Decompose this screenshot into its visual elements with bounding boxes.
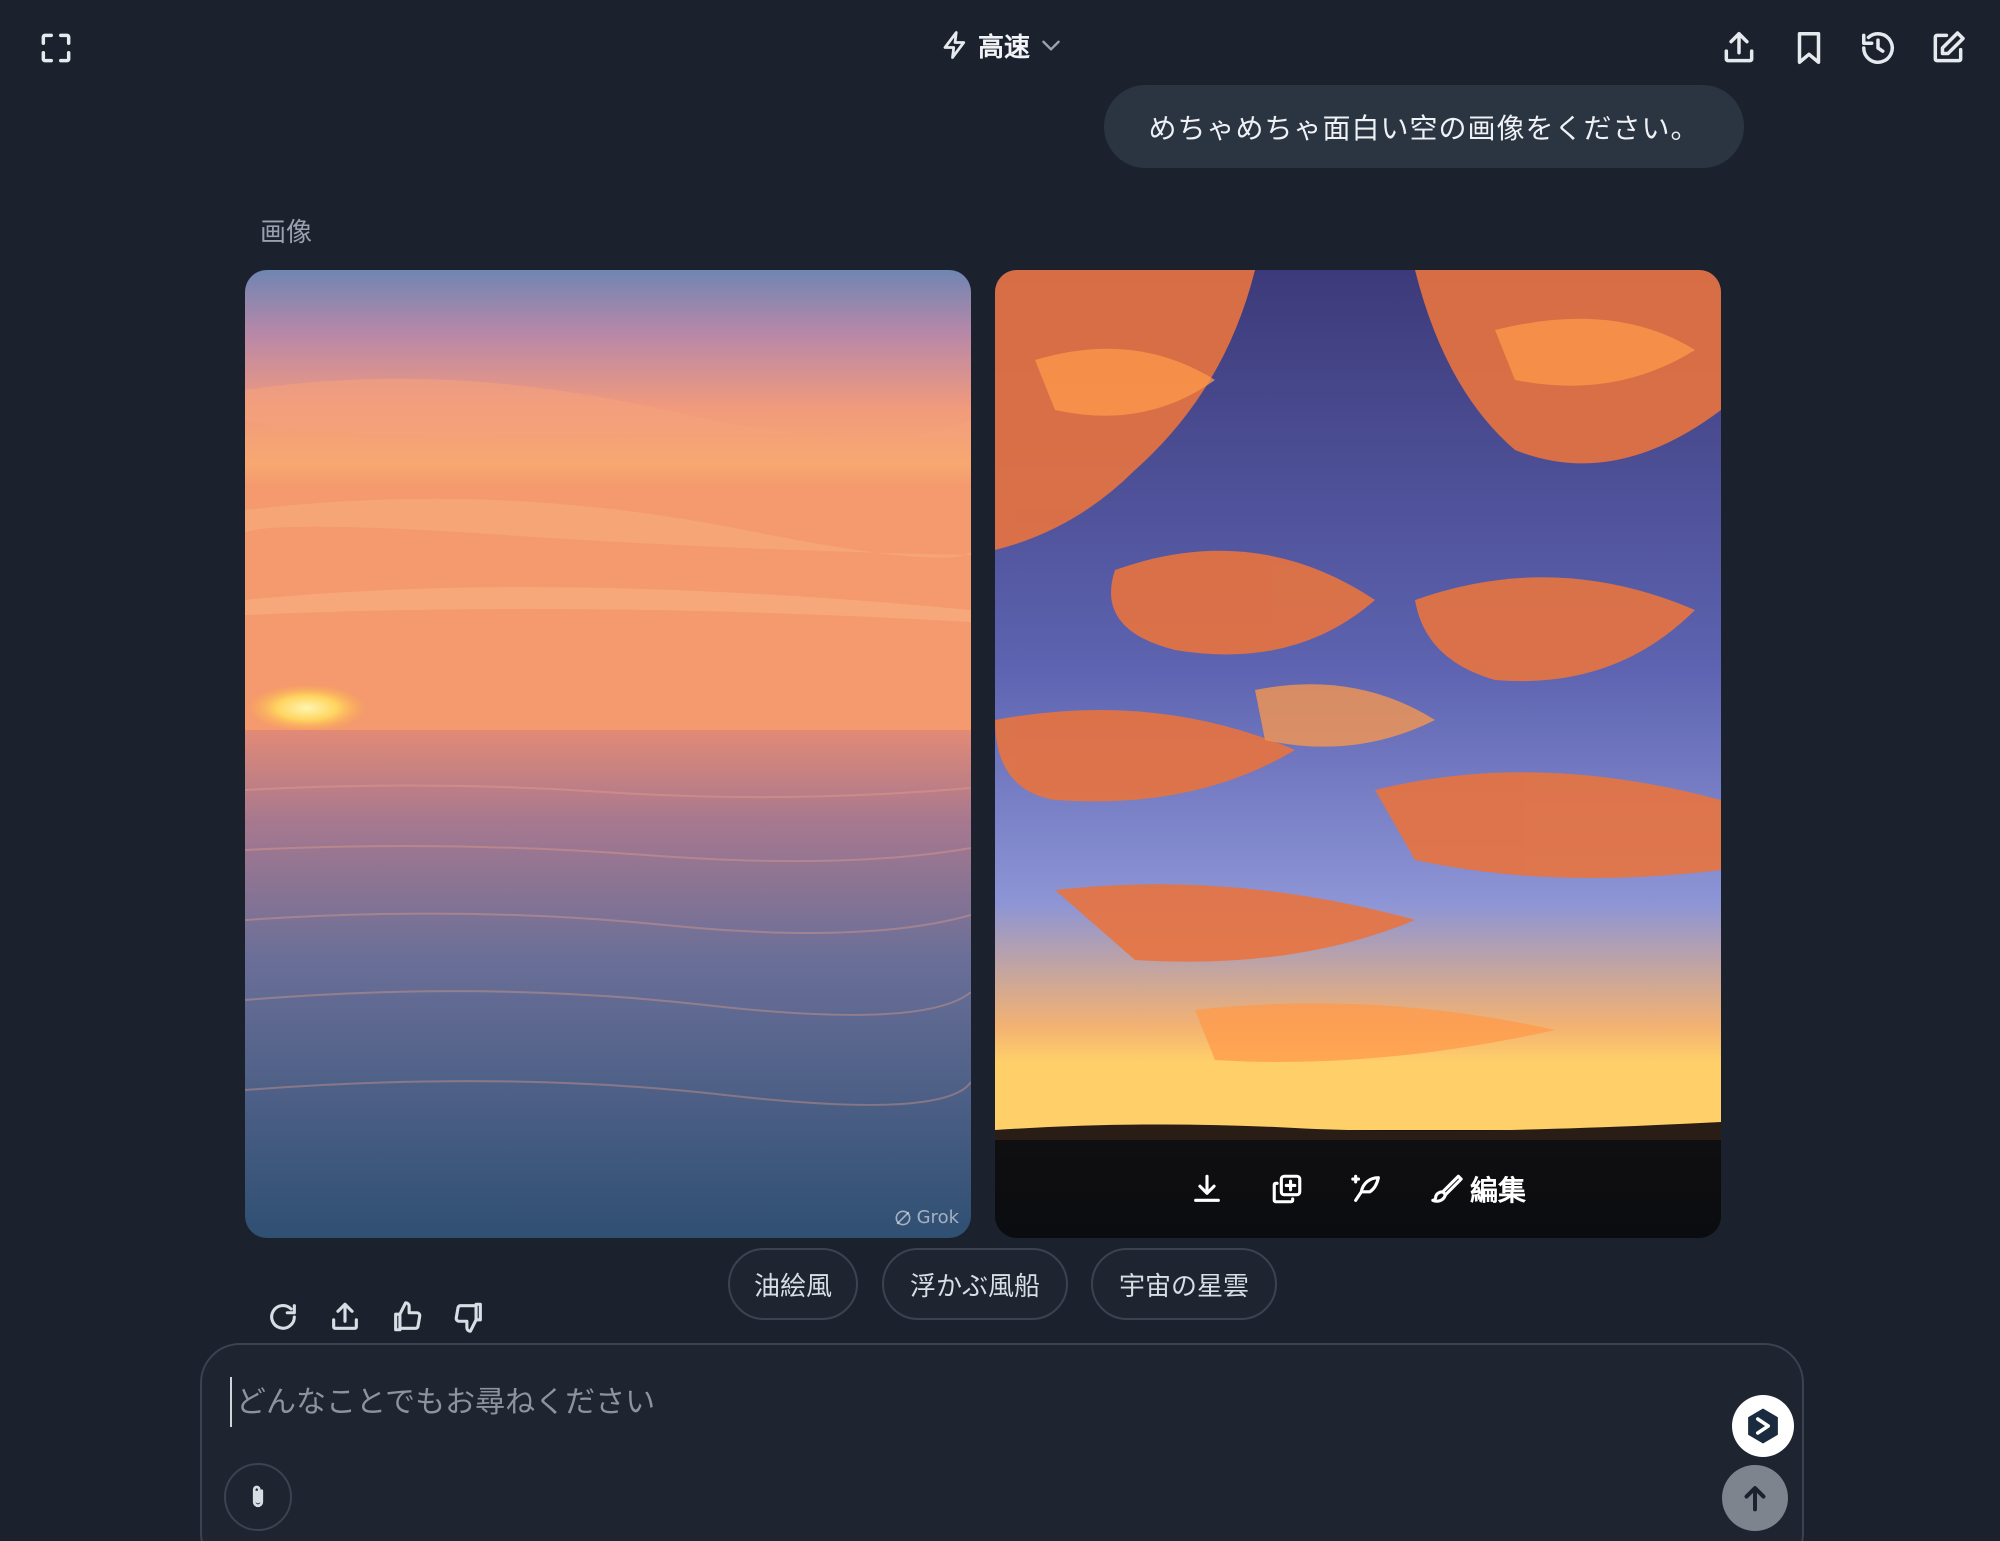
dislike-button[interactable] [449, 1297, 489, 1337]
suggestion-chip-oil-painting[interactable]: 油絵風 [728, 1248, 858, 1320]
message-input[interactable] [230, 1377, 1530, 1427]
image-watermark: Grok [893, 1207, 959, 1228]
lightning-icon [943, 31, 966, 59]
image-action-toolbar: 編集 [995, 1140, 1721, 1238]
mode-label: 高速 [978, 32, 1031, 63]
download-icon [1194, 1174, 1220, 1202]
edit-label: 編集 [1469, 1174, 1526, 1207]
history-button[interactable] [1853, 23, 1903, 73]
history-icon [1862, 32, 1894, 64]
chevron-down-icon [1042, 40, 1060, 51]
share-response-button[interactable] [325, 1297, 365, 1337]
generated-image-1[interactable]: Grok [245, 270, 971, 1238]
grok-chat-page: 高速 めちゃめちゃ面白い空の画像をください。 画像 Grok 編集 油絵風 浮か… [0, 0, 2000, 1541]
grok-logo-icon [895, 1210, 911, 1225]
send-button[interactable] [1722, 1465, 1788, 1531]
bookmark-icon [1797, 32, 1821, 64]
images-section-label: 画像 [260, 218, 313, 248]
compose-icon [1933, 31, 1965, 63]
refresh-icon [270, 1304, 296, 1330]
generated-image-2[interactable]: 編集 [995, 270, 1721, 1238]
share-button[interactable] [1714, 23, 1764, 73]
mode-selector[interactable]: 高速 [940, 22, 1064, 68]
feather-sparkle-icon [1351, 1174, 1380, 1202]
grok-model-icon [1748, 1408, 1778, 1444]
fullscreen-icon [41, 33, 71, 63]
suggestion-chip-space-nebula[interactable]: 宇宙の星雲 [1091, 1248, 1277, 1320]
user-message-bubble: めちゃめちゃ面白い空の画像をください。 [1104, 85, 1744, 168]
like-button[interactable] [387, 1297, 427, 1337]
share-icon [1724, 32, 1754, 63]
download-image-button[interactable] [1190, 1172, 1224, 1206]
message-composer [200, 1343, 1804, 1541]
animate-image-button[interactable] [1350, 1172, 1384, 1206]
fullscreen-button[interactable] [31, 23, 81, 73]
thumbs-down-icon [454, 1302, 482, 1333]
model-selector-button[interactable] [1732, 1395, 1794, 1457]
copy-plus-icon [1272, 1174, 1302, 1204]
paperclip-icon [252, 1485, 264, 1508]
new-chat-button[interactable] [1923, 23, 1973, 73]
regenerate-button[interactable] [263, 1297, 303, 1337]
arrow-up-icon [1744, 1486, 1766, 1512]
bookmark-button[interactable] [1784, 23, 1834, 73]
user-message-text: めちゃめちゃ面白い空の画像をください。 [1148, 111, 1700, 145]
thumbs-up-icon [394, 1301, 422, 1332]
cloud-sunset-image [995, 270, 1721, 1238]
edit-image-button[interactable]: 編集 [1430, 1169, 1526, 1209]
add-to-collection-button[interactable] [1270, 1172, 1304, 1206]
suggestion-chip-floating-balloon[interactable]: 浮かぶ風船 [882, 1248, 1068, 1320]
attach-button[interactable] [224, 1463, 292, 1531]
share-icon [332, 1302, 358, 1330]
ocean-sunset-image [245, 270, 971, 1238]
brush-icon [1431, 1174, 1463, 1203]
